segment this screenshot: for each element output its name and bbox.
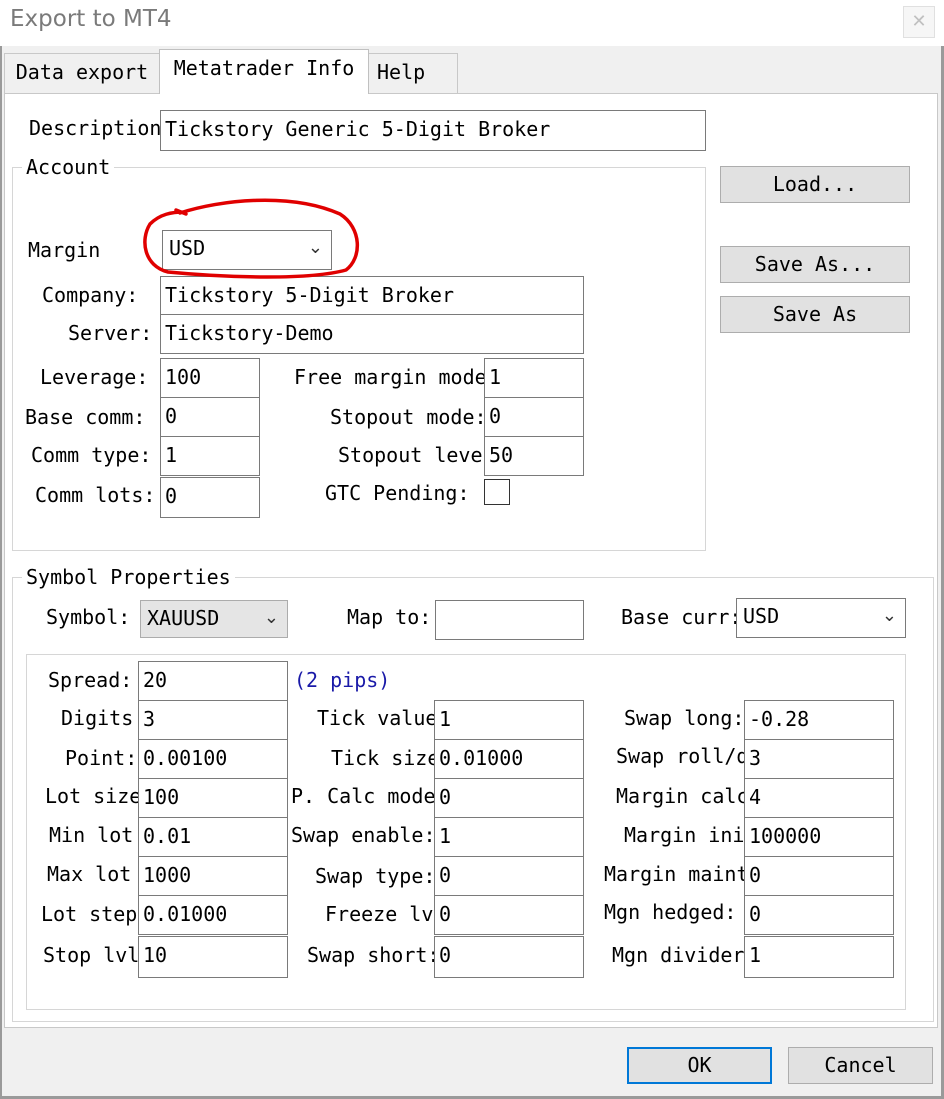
margin-divider-input[interactable]: 1: [744, 936, 894, 978]
base-comm-label: Base comm:: [25, 405, 146, 429]
spread-label: Spread:: [48, 668, 133, 692]
margin-hedged-input[interactable]: 0: [744, 895, 894, 935]
comm-lots-label: Comm lots:: [35, 483, 156, 507]
freeze-level-input[interactable]: 0: [434, 895, 584, 935]
swap-long-input[interactable]: -0.28: [744, 700, 894, 740]
swap-rollover-input[interactable]: 3: [744, 739, 894, 779]
stopout-level-label: Stopout leve: [338, 443, 483, 467]
lot-size-input[interactable]: 100: [138, 778, 288, 818]
swap-long-label: Swap long:: [624, 706, 745, 730]
symbol-value: XAUUSD: [147, 606, 220, 630]
lot-step-label: Lot step: [41, 902, 138, 926]
freeze-level-label: Freeze lv: [325, 902, 434, 926]
max-lot-label: Max lot: [47, 862, 132, 886]
profit-calc-mode-label: P. Calc mode: [291, 784, 436, 808]
stop-level-label: Stop lvl: [43, 943, 140, 967]
lot-step-input[interactable]: 0.01000: [138, 895, 288, 935]
symbol-label: Symbol:: [46, 605, 131, 629]
map-to-input[interactable]: [435, 600, 584, 640]
gtc-pending-checkbox[interactable]: [484, 479, 510, 505]
tick-size-label: Tick size: [331, 746, 435, 770]
base-curr-label: Base curr:: [621, 605, 737, 629]
load-button[interactable]: Load...: [720, 166, 910, 203]
base-comm-input[interactable]: 0: [160, 397, 260, 437]
lot-size-label: Lot size: [45, 784, 142, 808]
symbol-select[interactable]: XAUUSD ⌄: [140, 600, 288, 638]
tick-size-input[interactable]: 0.01000: [434, 739, 584, 779]
spread-pips-note: (2 pips): [294, 668, 391, 692]
swap-type-input[interactable]: 0: [434, 856, 584, 896]
save-as-dots-button[interactable]: Save As...: [720, 246, 910, 283]
stopout-mode-input[interactable]: 0: [484, 397, 584, 437]
symbol-properties-title: Symbol Properties: [22, 565, 235, 589]
base-curr-select[interactable]: USD ⌄: [736, 598, 906, 638]
tab-help[interactable]: Help: [368, 53, 458, 93]
margin-currency-select[interactable]: USD ⌄: [162, 230, 332, 270]
margin-label: Margin: [28, 238, 101, 262]
tick-value-label: Tick value: [317, 706, 435, 730]
spread-input[interactable]: 20: [138, 661, 288, 701]
margin-maintenance-input[interactable]: 0: [744, 856, 894, 896]
swap-short-input[interactable]: 0: [434, 936, 584, 978]
tab-metatrader-info[interactable]: Metatrader Info: [159, 49, 369, 94]
comm-lots-input[interactable]: 0: [160, 477, 260, 518]
digits-input[interactable]: 3: [138, 700, 288, 740]
close-button[interactable]: ✕: [903, 6, 935, 38]
company-label: Company:: [42, 283, 139, 307]
swap-type-label: Swap type:: [315, 864, 436, 888]
tab-label: Metatrader Info: [173, 56, 355, 80]
chevron-down-icon: ⌄: [263, 607, 279, 628]
max-lot-input[interactable]: 1000: [138, 856, 288, 896]
map-to-label: Map to:: [347, 605, 432, 629]
tick-value-input[interactable]: 1: [434, 700, 584, 740]
ok-button[interactable]: OK: [627, 1047, 772, 1084]
margin-calc-label: Margin calc: [616, 784, 744, 808]
comm-type-label: Comm type:: [31, 443, 152, 467]
description-label: Description: [29, 116, 162, 140]
tab-label: Help: [377, 60, 426, 84]
close-icon: ✕: [911, 11, 927, 32]
margin-divider-label: Mgn divider: [612, 943, 744, 967]
margin-initial-label: Margin ini: [624, 823, 744, 847]
chevron-down-icon: ⌄: [881, 605, 897, 626]
account-group-title: Account: [22, 155, 115, 179]
margin-calc-input[interactable]: 4: [744, 778, 894, 818]
leverage-label: Leverage:: [40, 365, 149, 389]
swap-short-label: Swap short:: [307, 943, 440, 967]
stop-level-input[interactable]: 10: [138, 936, 288, 978]
leverage-input[interactable]: 100: [160, 358, 260, 398]
tab-label: Data export: [15, 60, 149, 84]
description-input[interactable]: Tickstory Generic 5-Digit Broker: [160, 110, 706, 151]
margin-initial-input[interactable]: 100000: [744, 817, 894, 857]
company-input[interactable]: Tickstory 5-Digit Broker: [160, 276, 584, 315]
save-as-button[interactable]: Save As: [720, 296, 910, 333]
margin-maintenance-label: Margin maint: [604, 862, 744, 886]
gtc-pending-label: GTC Pending:: [325, 481, 470, 505]
swap-rollover-label: Swap roll/d: [616, 744, 744, 768]
server-input[interactable]: Tickstory-Demo: [160, 314, 584, 354]
point-label: Point:: [65, 746, 138, 770]
stopout-mode-label: Stopout mode:: [330, 405, 487, 429]
comm-type-input[interactable]: 1: [160, 436, 260, 476]
free-margin-mode-label: Free margin mode: [294, 365, 484, 389]
point-input[interactable]: 0.00100: [138, 739, 288, 779]
min-lot-input[interactable]: 0.01: [138, 817, 288, 857]
free-margin-mode-input[interactable]: 1: [484, 358, 584, 398]
chevron-down-icon: ⌄: [307, 237, 323, 258]
stopout-level-input[interactable]: 50: [484, 436, 584, 476]
window-title: Export to MT4: [10, 6, 172, 32]
base-curr-value: USD: [743, 604, 780, 628]
cancel-button[interactable]: Cancel: [788, 1047, 933, 1084]
tab-data-export[interactable]: Data export: [4, 53, 160, 93]
swap-enable-label: Swap enable:: [291, 823, 436, 847]
profit-calc-mode-input[interactable]: 0: [434, 778, 584, 818]
swap-enable-input[interactable]: 1: [434, 817, 584, 857]
window-border-left: [0, 46, 2, 1099]
server-label: Server:: [68, 321, 153, 345]
margin-hedged-label: Mgn hedged:: [604, 900, 737, 924]
margin-currency-value: USD: [169, 236, 206, 260]
digits-label: Digits: [61, 706, 134, 730]
min-lot-label: Min lot: [49, 823, 134, 847]
